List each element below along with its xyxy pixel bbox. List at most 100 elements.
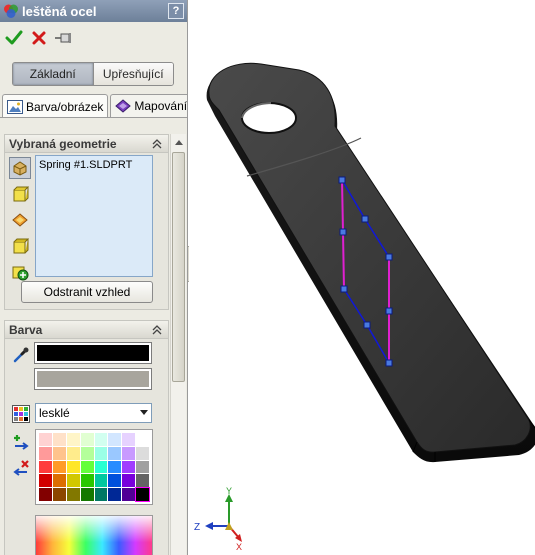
ok-button[interactable] bbox=[3, 27, 25, 49]
z-axis-label: Z bbox=[194, 522, 200, 533]
mapping-icon bbox=[115, 99, 132, 113]
color-swatch[interactable] bbox=[66, 446, 80, 460]
color-swatch[interactable] bbox=[39, 488, 52, 501]
color-swatch[interactable] bbox=[94, 433, 108, 446]
color-swatch[interactable] bbox=[52, 433, 66, 446]
sketch-point[interactable] bbox=[361, 215, 369, 223]
mode-basic-button[interactable]: Základní bbox=[13, 63, 93, 85]
color-swatch[interactable] bbox=[136, 446, 149, 460]
collapse-geometry-button[interactable] bbox=[149, 136, 165, 152]
graphics-viewport[interactable]: Y Z X bbox=[189, 0, 535, 555]
color-swatch[interactable] bbox=[66, 474, 80, 488]
spring-part[interactable] bbox=[206, 62, 535, 463]
color-swatch[interactable] bbox=[52, 474, 66, 488]
color-swatch[interactable] bbox=[80, 488, 94, 501]
color-swatch[interactable] bbox=[94, 474, 108, 488]
palette-grid-icon bbox=[12, 405, 30, 423]
color-header: Barva bbox=[5, 321, 168, 339]
collapse-color-button[interactable] bbox=[149, 322, 165, 338]
primary-color-swatch[interactable] bbox=[34, 342, 152, 364]
remove-swatch-button[interactable] bbox=[10, 457, 32, 479]
color-swatch[interactable] bbox=[80, 460, 94, 474]
help-button[interactable]: ? bbox=[168, 3, 184, 19]
color-swatch[interactable] bbox=[94, 488, 108, 501]
panel-scrollbar[interactable] bbox=[170, 134, 186, 555]
color-swatch[interactable] bbox=[52, 488, 66, 501]
pin-button[interactable] bbox=[53, 27, 75, 49]
filter-feature-button[interactable] bbox=[9, 235, 31, 257]
selected-geometry-list[interactable]: Spring #1.SLDPRT bbox=[35, 155, 153, 277]
color-swatch[interactable] bbox=[136, 433, 149, 446]
eyedropper-icon bbox=[13, 347, 29, 363]
filter-body-button[interactable] bbox=[9, 183, 31, 205]
filter-face-button[interactable] bbox=[9, 209, 31, 231]
color-swatch[interactable] bbox=[108, 460, 122, 474]
filter-part-button[interactable] bbox=[9, 157, 31, 179]
selected-geometry-group: Vybraná geometrie Spring #1.SLDPRT Odstr… bbox=[4, 134, 169, 310]
finish-dropdown[interactable]: lesklé bbox=[35, 403, 152, 423]
color-swatch[interactable] bbox=[122, 488, 136, 501]
color-swatch[interactable] bbox=[94, 460, 108, 474]
cancel-button[interactable] bbox=[28, 27, 50, 49]
model-canvas: Y Z X bbox=[194, 62, 535, 552]
sketch-point[interactable] bbox=[338, 176, 346, 184]
sketch-point[interactable] bbox=[385, 359, 393, 367]
color-swatch[interactable] bbox=[136, 474, 149, 488]
double-chevron-up-icon bbox=[152, 324, 162, 334]
tab-divider bbox=[0, 117, 187, 118]
y-axis-label: Y bbox=[226, 486, 232, 496]
select-body-icon bbox=[13, 186, 29, 202]
color-swatch[interactable] bbox=[94, 446, 108, 460]
color-swatch[interactable] bbox=[136, 460, 149, 474]
sketch-point[interactable] bbox=[340, 285, 348, 293]
tab-bar: Barva/obrázek Mapování bbox=[2, 94, 188, 118]
add-swatch-button[interactable] bbox=[10, 431, 32, 453]
color-swatch[interactable] bbox=[66, 488, 80, 501]
tab-color-image-label: Barva/obrázek bbox=[26, 99, 104, 114]
color-swatch[interactable] bbox=[108, 433, 122, 446]
color-picker-button[interactable] bbox=[11, 345, 31, 365]
color-swatch[interactable] bbox=[52, 460, 66, 474]
chevron-up-icon bbox=[175, 140, 183, 145]
color-swatch[interactable] bbox=[122, 474, 136, 488]
panel-title: leštěná ocel bbox=[22, 3, 97, 19]
color-spectrum[interactable] bbox=[35, 515, 153, 555]
sketch-point[interactable] bbox=[385, 253, 393, 261]
color-swatch[interactable] bbox=[135, 487, 150, 502]
tab-mapping-label: Mapování bbox=[134, 99, 188, 113]
color-swatch-grid bbox=[35, 429, 153, 505]
remove-swatch-icon bbox=[13, 460, 29, 476]
color-swatch[interactable] bbox=[39, 474, 52, 488]
color-swatch[interactable] bbox=[66, 460, 80, 474]
color-swatch[interactable] bbox=[122, 433, 136, 446]
color-swatch[interactable] bbox=[80, 433, 94, 446]
filter-component-button[interactable] bbox=[9, 261, 31, 283]
color-swatch[interactable] bbox=[108, 446, 122, 460]
action-toolbar bbox=[0, 26, 75, 50]
color-swatch[interactable] bbox=[108, 488, 122, 501]
chevron-down-icon bbox=[137, 404, 151, 422]
tab-mapping[interactable]: Mapování bbox=[110, 94, 188, 117]
color-swatch[interactable] bbox=[39, 446, 52, 460]
sketch-point[interactable] bbox=[385, 307, 393, 315]
color-swatch[interactable] bbox=[108, 474, 122, 488]
remove-appearance-button[interactable]: Odstranit vzhled bbox=[21, 281, 153, 303]
color-swatch[interactable] bbox=[52, 446, 66, 460]
color-swatch[interactable] bbox=[66, 433, 80, 446]
swatch-palette-button[interactable] bbox=[10, 403, 32, 425]
color-swatch[interactable] bbox=[122, 460, 136, 474]
tab-color-image[interactable]: Barva/obrázek bbox=[2, 94, 109, 118]
scroll-up-button[interactable] bbox=[171, 134, 187, 150]
sketch-point[interactable] bbox=[339, 228, 347, 236]
x-axis-label: X bbox=[236, 542, 242, 552]
color-swatch[interactable] bbox=[122, 446, 136, 460]
sketch-point[interactable] bbox=[363, 321, 371, 329]
color-swatch[interactable] bbox=[80, 474, 94, 488]
list-item[interactable]: Spring #1.SLDPRT bbox=[39, 159, 149, 171]
color-swatch[interactable] bbox=[39, 460, 52, 474]
color-swatch[interactable] bbox=[80, 446, 94, 460]
secondary-color-swatch[interactable] bbox=[34, 368, 152, 390]
color-swatch[interactable] bbox=[39, 433, 52, 446]
mode-advanced-button[interactable]: Upřesňující bbox=[92, 63, 173, 85]
scroll-thumb[interactable] bbox=[172, 152, 185, 382]
